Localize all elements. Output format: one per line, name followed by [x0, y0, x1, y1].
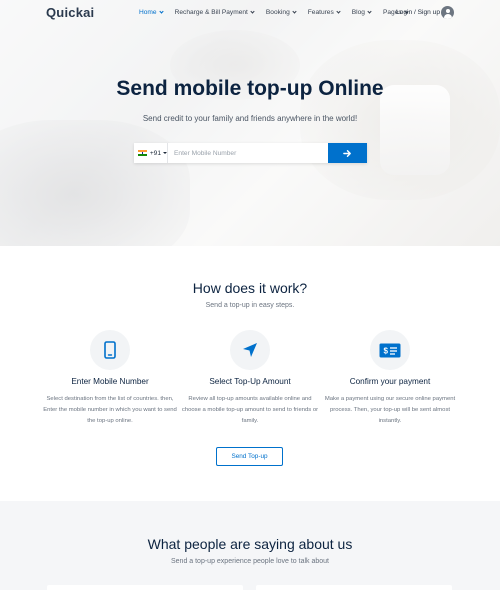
how-it-works-subtitle: Send a top-up in easy steps.: [205, 302, 295, 309]
step-description: Select destination from the list of coun…: [43, 396, 177, 424]
send-topup-button[interactable]: Send Top-up: [216, 447, 283, 466]
chevron-down-icon: [336, 9, 341, 14]
chevron-down-icon: [250, 9, 255, 14]
mobile-number-input[interactable]: [168, 143, 328, 163]
hero-section: [0, 0, 500, 246]
user-icon-body: [443, 13, 452, 19]
chevron-down-icon: [158, 9, 164, 14]
hero-overlay: [0, 0, 500, 246]
nav-item-label: Home: [139, 9, 157, 16]
svg-text:$: $: [384, 346, 389, 355]
testimonial-card: [256, 585, 452, 590]
nav-item-booking[interactable]: Booking: [265, 9, 297, 16]
country-code-label: +91: [149, 149, 161, 157]
testimonials-subtitle: Send a top-up experience people love to …: [170, 558, 329, 565]
submit-topup-button[interactable]: [328, 143, 367, 163]
site-header: Quickai Home Recharge & Bill Payment Boo…: [0, 0, 500, 26]
step-confirm-payment: $ Confirm your payment Make a payment us…: [315, 330, 465, 427]
step-enter-mobile: Enter Mobile Number Select destination f…: [35, 330, 185, 427]
login-signup-link[interactable]: Login / Sign up: [396, 9, 440, 16]
step-title: Select Top-Up Amount: [209, 377, 291, 386]
user-icon[interactable]: [441, 6, 454, 19]
location-arrow-icon: [230, 330, 270, 370]
testimonials-title: What people are saying about us: [147, 536, 353, 552]
india-flag-icon: [138, 150, 147, 156]
user-icon-head: [445, 8, 450, 13]
nav-item-label: Recharge & Bill Payment: [174, 9, 248, 16]
chevron-down-icon: [292, 9, 297, 14]
nav-item-blog[interactable]: Blog: [351, 9, 372, 16]
step-title: Confirm your payment: [349, 377, 431, 386]
testimonials-section: What people are saying about us Send a t…: [0, 501, 500, 590]
hero-title: Send mobile top-up Online: [116, 77, 384, 100]
country-code-select[interactable]: +91: [134, 143, 168, 163]
nav-item-label: Booking: [265, 9, 290, 16]
arrow-right-icon: [343, 149, 351, 157]
testimonial-card: [47, 585, 243, 590]
hero-subtitle: Send credit to your family and friends a…: [142, 114, 358, 123]
main-nav: Home Recharge & Bill Payment Booking Fea…: [139, 9, 420, 16]
chevron-down-icon: [367, 9, 372, 14]
nav-item-home[interactable]: Home: [139, 9, 164, 16]
step-description: Review all top-up amounts available onli…: [181, 396, 319, 424]
step-description: Make a payment using our secure online p…: [324, 396, 456, 424]
nav-item-label: Blog: [351, 9, 365, 16]
step-title: Enter Mobile Number: [71, 377, 149, 386]
step-select-amount: Select Top-Up Amount Review all top-up a…: [175, 330, 325, 427]
how-it-works-title: How does it work?: [192, 280, 308, 296]
topup-search-form: +91: [134, 143, 367, 163]
nav-item-label: Features: [307, 9, 334, 16]
caret-down-icon: [163, 152, 167, 154]
nav-item-recharge[interactable]: Recharge & Bill Payment: [174, 9, 255, 16]
nav-item-features[interactable]: Features: [307, 9, 341, 16]
mobile-phone-icon: [90, 330, 130, 370]
site-logo[interactable]: Quickai: [46, 5, 94, 20]
payment-card-icon: $: [370, 330, 410, 370]
